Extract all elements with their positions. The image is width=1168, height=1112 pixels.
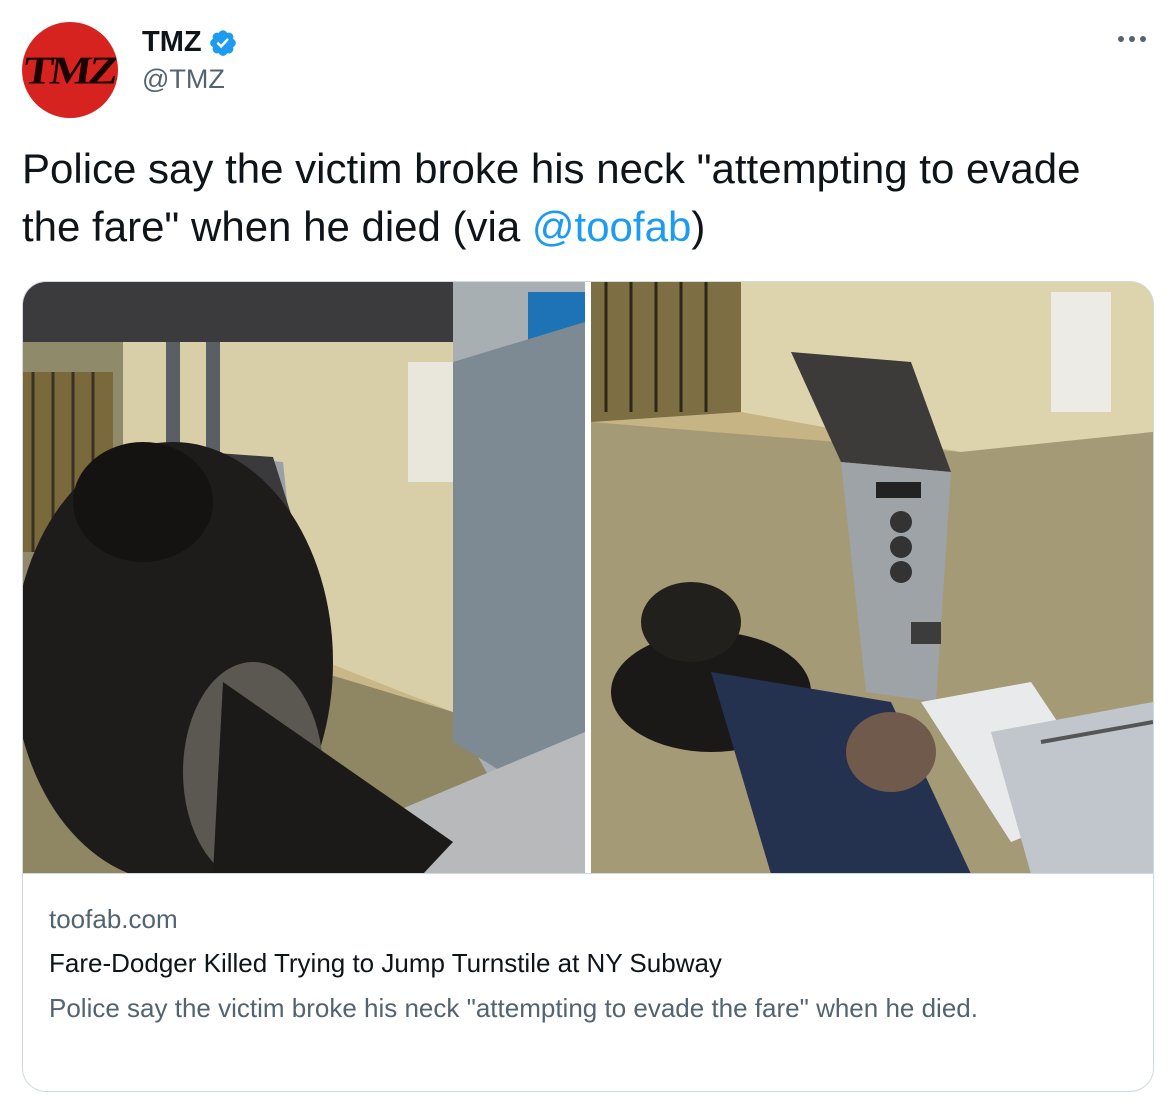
avatar-logo-text: TMZ: [22, 47, 118, 93]
mention-link[interactable]: @toofab: [532, 203, 691, 250]
media-image-left: [23, 282, 585, 874]
card-description: Police say the victim broke his neck "at…: [49, 993, 978, 1023]
card-media[interactable]: [23, 282, 1153, 874]
verified-badge-icon: [209, 29, 236, 56]
link-preview-card[interactable]: toofab.com Fare-Dodger Killed Trying to …: [22, 281, 1154, 1092]
card-body[interactable]: toofab.com Fare-Dodger Killed Trying to …: [49, 902, 1129, 1028]
tweet-text: Police say the victim broke his neck "at…: [22, 140, 1142, 256]
tweet-text-end: ): [691, 203, 706, 250]
display-name[interactable]: TMZ: [142, 26, 202, 59]
more-options-icon[interactable]: [1118, 36, 1146, 42]
card-separator: [23, 873, 1153, 874]
card-domain: toofab.com: [49, 904, 178, 934]
handle[interactable]: @TMZ: [142, 64, 225, 95]
author-name-row: TMZ: [142, 26, 238, 59]
avatar[interactable]: TMZ: [22, 22, 118, 118]
media-image-right: [591, 282, 1153, 874]
card-title: Fare-Dodger Killed Trying to Jump Turnst…: [49, 948, 722, 978]
